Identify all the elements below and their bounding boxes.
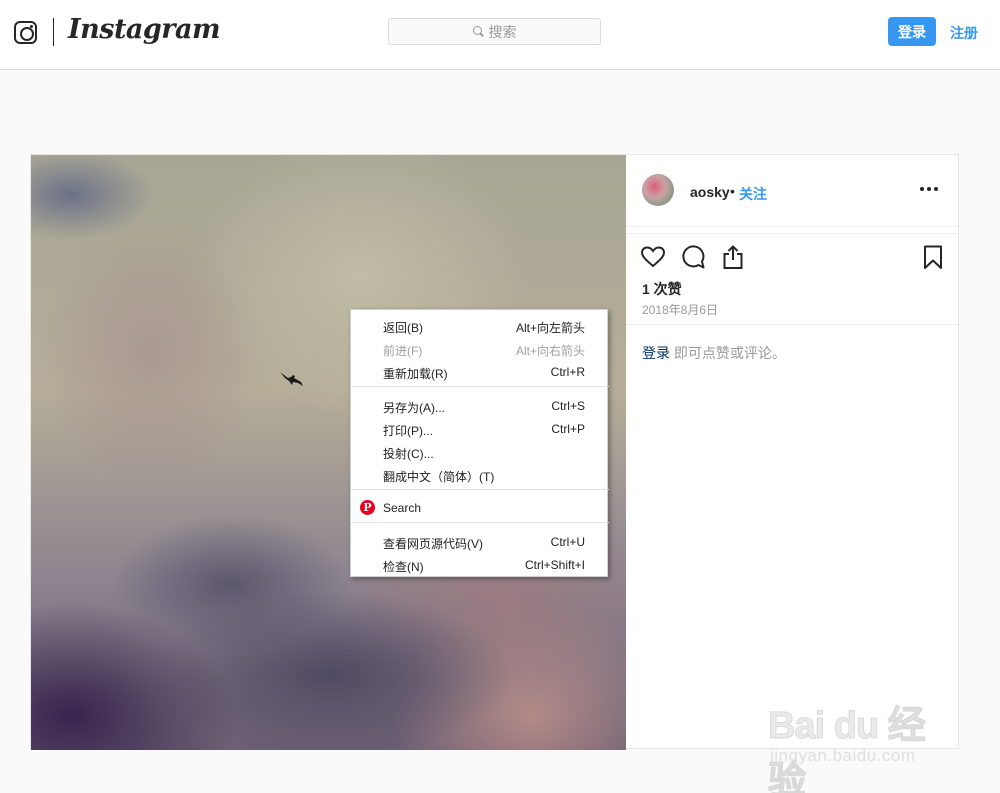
post-header: aosky • 关注 — [626, 155, 958, 227]
menu-label: 检查(N) — [383, 560, 424, 574]
menu-item-view-source[interactable]: 查看网页源代码(V) Ctrl+U — [351, 530, 609, 553]
menu-label: 另存为(A)... — [383, 401, 445, 415]
bird-silhouette-icon — [280, 372, 303, 386]
top-navigation: Instagram 搜索 登录 注册 — [0, 0, 1000, 70]
comment-icon[interactable] — [680, 244, 706, 270]
menu-label: 返回(B) — [383, 321, 423, 335]
comment-hint: 即可点赞或评论。 — [670, 345, 786, 361]
baidu-jingyan-watermark: Bai du 经验 jingyan.baidu.com — [768, 690, 948, 793]
menu-label: 投射(C)... — [383, 447, 434, 461]
menu-label: 查看网页源代码(V) — [383, 537, 483, 551]
username[interactable]: aosky — [690, 184, 730, 200]
menu-separator — [351, 386, 609, 387]
menu-shortcut: Alt+向左箭头 — [515, 321, 585, 335]
post-sidebar: aosky • 关注 1 次赞 2018年8月6日 登录 即可点赞或评论。 — [626, 155, 958, 748]
menu-shortcut: Ctrl+Shift+I — [524, 558, 585, 572]
menu-shortcut: Ctrl+U — [550, 535, 585, 549]
comment-login-link[interactable]: 登录 — [642, 345, 670, 361]
comment-prompt: 登录 即可点赞或评论。 — [626, 324, 958, 381]
menu-item-back[interactable]: 返回(B) Alt+向左箭头 — [351, 314, 609, 337]
follow-button[interactable]: 关注 — [739, 184, 767, 204]
menu-shortcut: Ctrl+S — [551, 399, 585, 413]
avatar[interactable] — [642, 174, 674, 206]
menu-label: 前进(F) — [383, 344, 423, 358]
menu-item-inspect[interactable]: 检查(N) Ctrl+Shift+I — [351, 553, 609, 576]
watermark-url: jingyan.baidu.com — [770, 746, 916, 765]
menu-item-forward[interactable]: 前进(F) Alt+向右箭头 — [351, 337, 609, 360]
menu-label: 打印(P)... — [383, 424, 433, 438]
menu-item-reload[interactable]: 重新加载(R) Ctrl+R — [351, 360, 609, 383]
signup-link[interactable]: 注册 — [950, 23, 978, 43]
menu-item-translate[interactable]: 翻成中文（简体）(T) — [351, 463, 609, 486]
likes-count[interactable]: 1 次赞 — [642, 279, 682, 299]
separator-dot: • — [730, 183, 735, 199]
heart-icon[interactable] — [640, 244, 666, 270]
logo-divider — [53, 18, 54, 46]
search-placeholder: 搜索 — [488, 23, 517, 40]
menu-item-pinterest-search[interactable]: P Search — [351, 496, 609, 519]
menu-label: Search — [383, 501, 422, 515]
post-actions — [626, 233, 958, 273]
watermark-logo: Bai du 经验 — [768, 705, 927, 793]
search-input[interactable]: 搜索 — [388, 18, 601, 45]
context-menu: 返回(B) Alt+向左箭头 前进(F) Alt+向右箭头 重新加载(R) Ct… — [350, 309, 609, 577]
menu-shortcut: Alt+向右箭头 — [515, 344, 585, 358]
menu-label: 重新加载(R) — [383, 367, 448, 381]
instagram-camera-icon[interactable] — [14, 21, 37, 44]
menu-shortcut: Ctrl+R — [550, 365, 585, 379]
bookmark-icon[interactable] — [920, 244, 946, 270]
search-icon — [472, 26, 484, 37]
menu-item-print[interactable]: 打印(P)... Ctrl+P — [351, 417, 609, 440]
pinterest-icon: P — [360, 500, 375, 515]
menu-shortcut: Ctrl+P — [551, 422, 585, 436]
menu-separator — [351, 522, 609, 523]
menu-item-cast[interactable]: 投射(C)... — [351, 440, 609, 463]
menu-separator — [351, 489, 609, 490]
instagram-wordmark[interactable]: Instagram — [68, 14, 221, 45]
post-date: 2018年8月6日 — [642, 303, 719, 317]
login-button[interactable]: 登录 — [888, 17, 936, 46]
more-options-icon[interactable] — [920, 185, 940, 193]
menu-label: 翻成中文（简体）(T) — [383, 470, 495, 484]
share-icon[interactable] — [720, 244, 746, 270]
menu-item-save-as[interactable]: 另存为(A)... Ctrl+S — [351, 394, 609, 417]
